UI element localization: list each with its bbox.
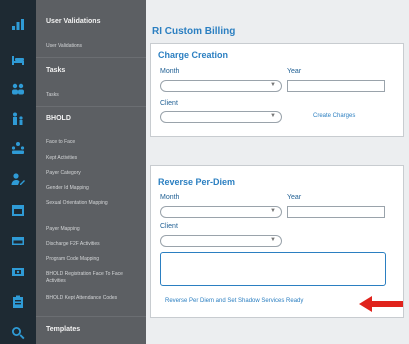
month-label: Month — [160, 68, 180, 75]
menu-item-kept-activities[interactable]: Kept Activities — [46, 155, 142, 162]
menu-item-sexual-orientation-mapping[interactable]: Sexual Orientation Mapping — [46, 200, 142, 207]
year-label: Year — [287, 68, 302, 75]
user-edit-icon[interactable] — [8, 170, 28, 188]
menu-divider — [36, 57, 146, 58]
clipboard-icon[interactable] — [8, 293, 28, 311]
year-field[interactable] — [287, 80, 385, 92]
menu-header-user-validations[interactable]: User Validations — [46, 18, 100, 25]
panel-title-charge-creation: Charge Creation — [158, 50, 229, 60]
family-icon[interactable] — [8, 110, 28, 128]
menu-item-face-to-face[interactable]: Face to Face — [46, 139, 142, 146]
money-icon[interactable] — [8, 263, 28, 281]
chevron-down-icon: ▼ — [270, 237, 276, 243]
client-label: Client — [160, 100, 178, 107]
year-field[interactable] — [287, 206, 385, 218]
client-select[interactable]: ▼ — [160, 235, 282, 247]
menu-divider — [36, 106, 146, 107]
chevron-down-icon: ▼ — [270, 113, 276, 119]
main-content: RI Custom Billing Charge Creation Month … — [146, 0, 409, 344]
menu-divider — [36, 316, 146, 317]
menu-item-payer-category[interactable]: Payer Category — [46, 170, 142, 177]
menu-item-tasks[interactable]: Tasks — [46, 92, 142, 99]
calendar-icon[interactable] — [8, 201, 28, 219]
group-icon[interactable] — [8, 80, 28, 98]
icon-rail — [0, 0, 36, 344]
reverse-per-diem-link[interactable]: Reverse Per Diem and Set Shadow Services… — [165, 298, 303, 304]
client-list-box[interactable] — [160, 252, 386, 286]
nav-menu: User Validations User Validations Tasks … — [36, 0, 146, 344]
page-title: RI Custom Billing — [152, 26, 236, 37]
year-label: Year — [287, 194, 302, 201]
client-select[interactable]: ▼ — [160, 111, 282, 123]
menu-item-discharge-f2f-activities[interactable]: Discharge F2F Activities — [46, 241, 142, 248]
menu-item-user-validations[interactable]: User Validations — [46, 43, 142, 50]
create-charges-link[interactable]: Create Charges — [313, 113, 355, 119]
menu-item-gender-id-mapping[interactable]: Gender Id Mapping — [46, 185, 142, 192]
charge-creation-panel: Charge Creation Month ▼ Year Client ▼ Cr… — [150, 43, 404, 137]
client-label: Client — [160, 223, 178, 230]
month-select[interactable]: ▼ — [160, 206, 282, 218]
menu-header-tasks[interactable]: Tasks — [46, 67, 65, 74]
menu-header-bhold[interactable]: BHOLD — [46, 115, 71, 122]
menu-item-payer-mapping[interactable]: Payer Mapping — [46, 226, 142, 233]
bed-icon[interactable] — [8, 51, 28, 69]
org-chart-icon[interactable] — [8, 139, 28, 157]
month-select[interactable]: ▼ — [160, 80, 282, 92]
menu-item-bhold-kept-attendance-codes[interactable]: BHOLD Kept Attendance Codes — [46, 295, 142, 302]
search-icon[interactable] — [8, 324, 28, 342]
month-label: Month — [160, 194, 180, 201]
red-arrow-annotation — [359, 296, 403, 312]
chevron-down-icon: ▼ — [270, 208, 276, 214]
menu-item-program-code-mapping[interactable]: Program Code Mapping — [46, 256, 142, 263]
chart-icon[interactable] — [8, 15, 28, 33]
chevron-down-icon: ▼ — [270, 82, 276, 88]
menu-header-templates[interactable]: Templates — [46, 326, 80, 333]
panel-title-reverse-per-diem: Reverse Per-Diem — [158, 177, 236, 187]
card-icon[interactable] — [8, 232, 28, 250]
menu-item-bhold-registration-f2f[interactable]: BHOLD Registration Face To Face Activiti… — [46, 271, 142, 284]
